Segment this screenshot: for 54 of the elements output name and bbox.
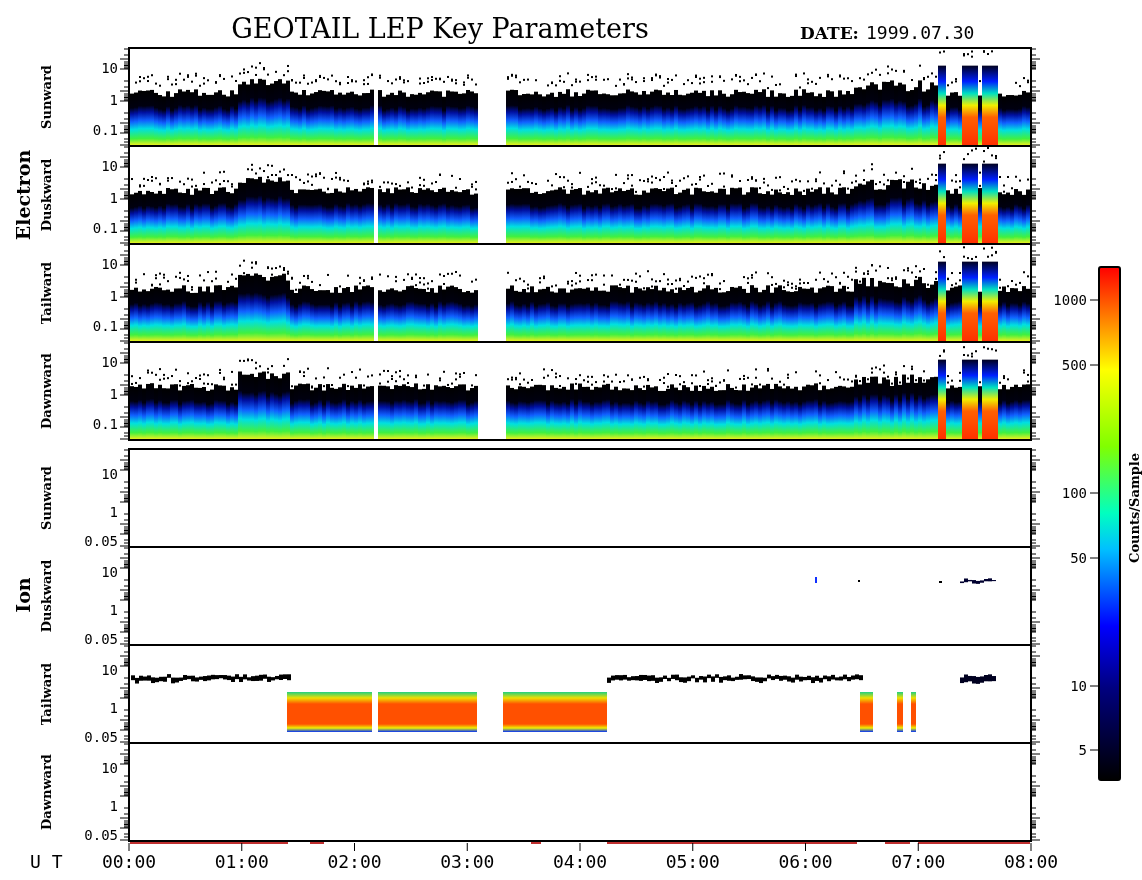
chart-title: GEOTAIL LEP Key Parameters xyxy=(231,13,649,44)
x-tick-label: 02:00 xyxy=(327,851,382,872)
x-tick-label: 08:00 xyxy=(1003,851,1059,872)
color-scale-label: Counts/Sample xyxy=(1127,453,1142,563)
y-tick-label: 10 xyxy=(101,158,118,174)
y-tick-label: 0.1 xyxy=(92,220,118,236)
color-scale-tick-label: 1000 xyxy=(1053,292,1087,308)
x-axis-label: U T xyxy=(30,851,63,872)
group-label: Ion xyxy=(12,577,34,613)
x-tick-label: 04:00 xyxy=(552,851,608,872)
y-tick-label: 10 xyxy=(101,662,118,678)
color-scale-tick-label: 5 xyxy=(1078,742,1087,758)
y-tick-label: 0.1 xyxy=(92,416,118,432)
x-tick-label: 00:00 xyxy=(101,851,157,872)
y-tick-label: 10 xyxy=(101,354,118,370)
color-scale-tick-label: 100 xyxy=(1061,485,1087,501)
y-tick-label: 1 xyxy=(109,504,118,520)
date-label: DATE: xyxy=(800,23,859,43)
x-tick-label: 06:00 xyxy=(778,851,833,872)
y-tick-label: 0.1 xyxy=(92,318,118,334)
y-tick-label: 0.05 xyxy=(84,827,118,843)
x-tick-label: 05:00 xyxy=(665,851,720,872)
x-tick-label: 01:00 xyxy=(214,851,269,872)
panel-label: Duskward xyxy=(39,158,54,232)
y-tick-label: 10 xyxy=(101,564,118,580)
color-scale-tick-label: 500 xyxy=(1061,357,1087,373)
y-tick-label: 10 xyxy=(101,466,118,482)
y-tick-label: 10 xyxy=(101,60,118,76)
y-tick-label: 0.1 xyxy=(92,122,118,138)
x-tick-label: 07:00 xyxy=(891,851,946,872)
x-tick-label: 03:00 xyxy=(440,851,495,872)
y-tick-label: 1 xyxy=(109,386,118,402)
y-tick-label: 1 xyxy=(109,602,118,618)
date-value: 1999.07.30 xyxy=(866,22,975,43)
y-tick-label: 1 xyxy=(109,700,118,716)
y-tick-label: 0.05 xyxy=(84,631,118,647)
panel-label: Tailward xyxy=(39,662,54,726)
panel-label: Dawnward xyxy=(39,353,54,429)
y-tick-label: 1 xyxy=(109,288,118,304)
panel-label: Dawnward xyxy=(39,754,54,830)
y-tick-label: 10 xyxy=(101,256,118,272)
color-scale-tick-label: 10 xyxy=(1070,678,1087,694)
panel-label: Sunward xyxy=(39,466,54,530)
y-tick-label: 1 xyxy=(109,190,118,206)
y-tick-label: 0.05 xyxy=(84,729,118,745)
color-scale-tick-label: 50 xyxy=(1070,550,1087,566)
panel-label: Sunward xyxy=(39,65,54,129)
y-tick-label: 1 xyxy=(109,798,118,814)
y-tick-label: 10 xyxy=(101,760,118,776)
panel-label: Tailward xyxy=(39,261,54,325)
y-tick-label: 1 xyxy=(109,92,118,108)
panel-label: Duskward xyxy=(39,559,54,633)
group-label: Electron xyxy=(12,149,34,241)
y-tick-label: 0.05 xyxy=(84,533,118,549)
